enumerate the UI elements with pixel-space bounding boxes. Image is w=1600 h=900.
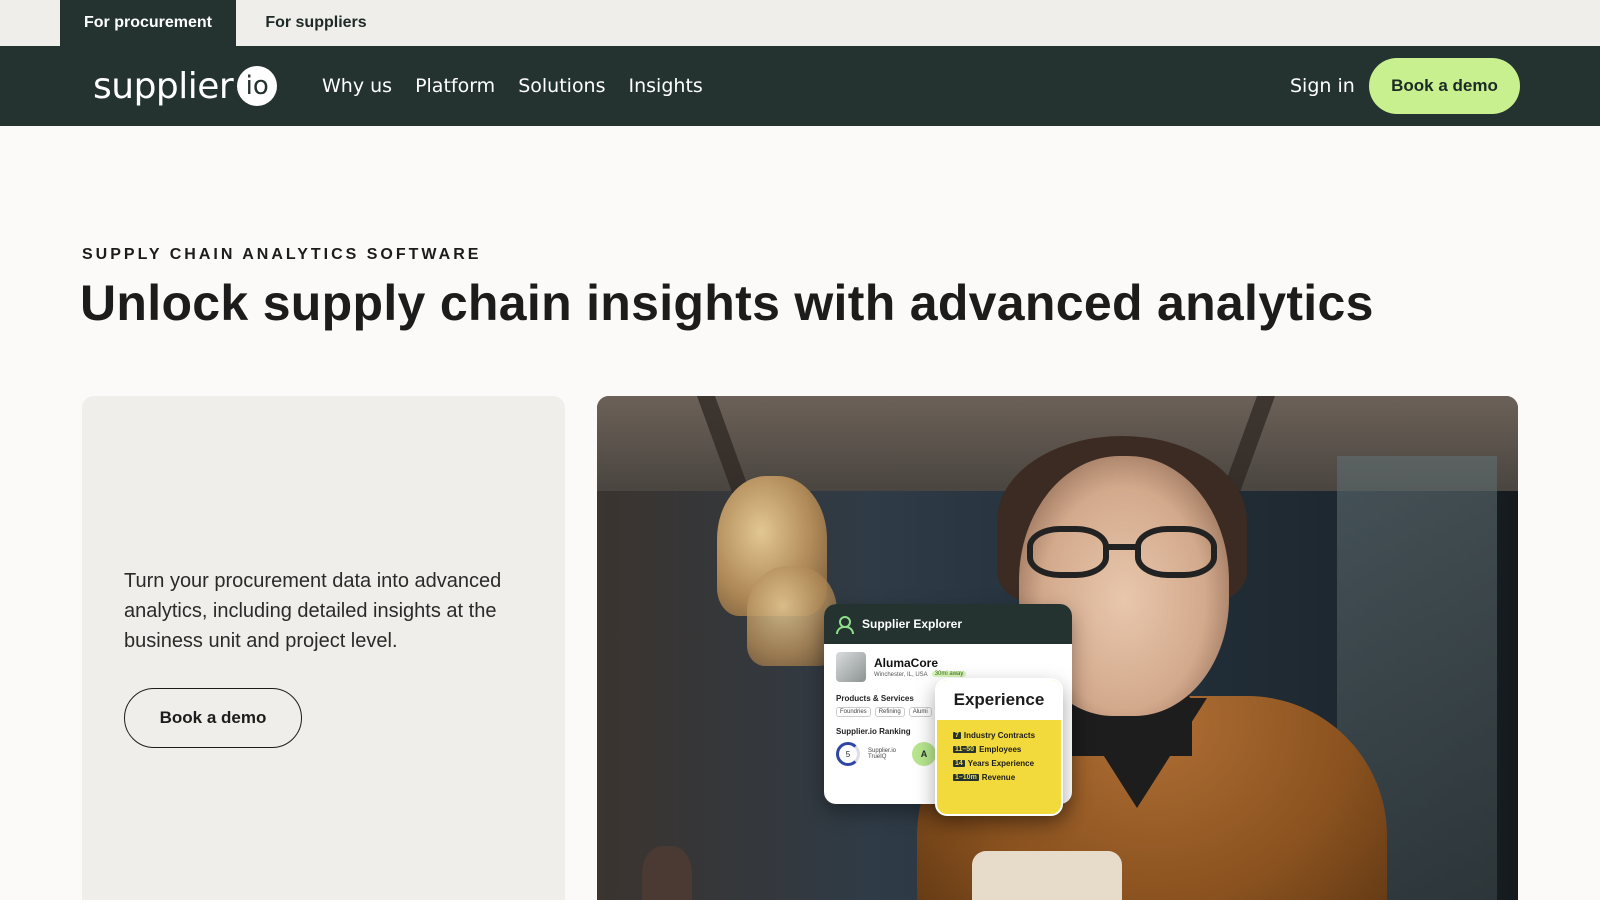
experience-card: Experience 7 Industry Contracts 11–50 Em… — [935, 678, 1063, 816]
experience-value: 11–50 — [953, 745, 977, 753]
experience-item: 14 Years Experience — [953, 756, 1061, 770]
product-chip: Alumi — [908, 707, 932, 717]
experience-label: Years Experience — [967, 758, 1035, 768]
product-chip: Refining — [874, 707, 905, 717]
main-navbar: supplier io Why us Platform Solutions In… — [0, 46, 1600, 126]
experience-label: Employees — [979, 744, 1022, 754]
rank-label: Supplier.io TrueIQ — [868, 748, 897, 760]
nav-link-solutions[interactable]: Solutions — [518, 75, 605, 97]
background-person-image — [642, 846, 692, 900]
rank-score-ring: 5 — [836, 742, 860, 766]
nav-link-insights[interactable]: Insights — [629, 75, 703, 97]
experience-value: 1–10m — [953, 773, 979, 781]
sign-in-link[interactable]: Sign in — [1290, 46, 1355, 126]
nav-book-demo-button[interactable]: Book a demo — [1369, 58, 1520, 114]
rank-grade-badge: A — [912, 742, 936, 766]
logo-wordmark: supplier — [93, 65, 234, 107]
hero-book-demo-button[interactable]: Book a demo — [124, 688, 302, 748]
experience-label: Industry Contracts — [963, 730, 1036, 740]
laptop-image — [972, 851, 1122, 900]
experience-item: 1–10m Revenue — [953, 770, 1061, 784]
audience-switch-bar: For procurement For suppliers — [0, 0, 1600, 46]
hero-headline: Unlock supply chain insights with advanc… — [80, 275, 1374, 331]
hero-eyebrow: SUPPLY CHAIN ANALYTICS SOFTWARE — [82, 246, 482, 263]
nav-link-platform[interactable]: Platform — [415, 75, 495, 97]
explorer-title: Supplier Explorer — [862, 617, 963, 631]
hero-text-card: Turn your procurement data into advanced… — [82, 396, 565, 900]
experience-value: 14 — [953, 759, 965, 767]
explorer-header: Supplier Explorer — [824, 604, 1072, 644]
hero-photo: Supplier Explorer AlumaCore Winchester, … — [597, 396, 1518, 900]
product-chip: Foundries — [836, 707, 871, 717]
logo-io-badge: io — [237, 66, 278, 106]
experience-item: 11–50 Employees — [953, 742, 1061, 756]
tab-for-suppliers[interactable]: For suppliers — [236, 0, 396, 46]
supplier-name: AlumaCore — [874, 656, 939, 670]
experience-value: 7 — [953, 731, 961, 739]
hero-body-text: Turn your procurement data into advanced… — [124, 570, 502, 652]
supplier-io-logo[interactable]: supplier io — [93, 63, 278, 109]
experience-title: Experience — [937, 680, 1061, 720]
supplier-location: Winchester, IL, USA — [874, 672, 928, 678]
nav-links: Why us Platform Solutions Insights — [322, 46, 703, 126]
tab-for-procurement[interactable]: For procurement — [60, 0, 236, 46]
supplier-distance: 30mi away — [931, 671, 967, 677]
user-search-icon — [836, 616, 854, 634]
experience-label: Revenue — [981, 772, 1016, 782]
experience-item: 7 Industry Contracts — [953, 728, 1061, 742]
glasses-image — [1027, 526, 1227, 578]
experience-list: 7 Industry Contracts 11–50 Employees 14 … — [937, 720, 1061, 784]
nav-link-why-us[interactable]: Why us — [322, 75, 392, 97]
supplier-thumbnail — [836, 652, 866, 682]
